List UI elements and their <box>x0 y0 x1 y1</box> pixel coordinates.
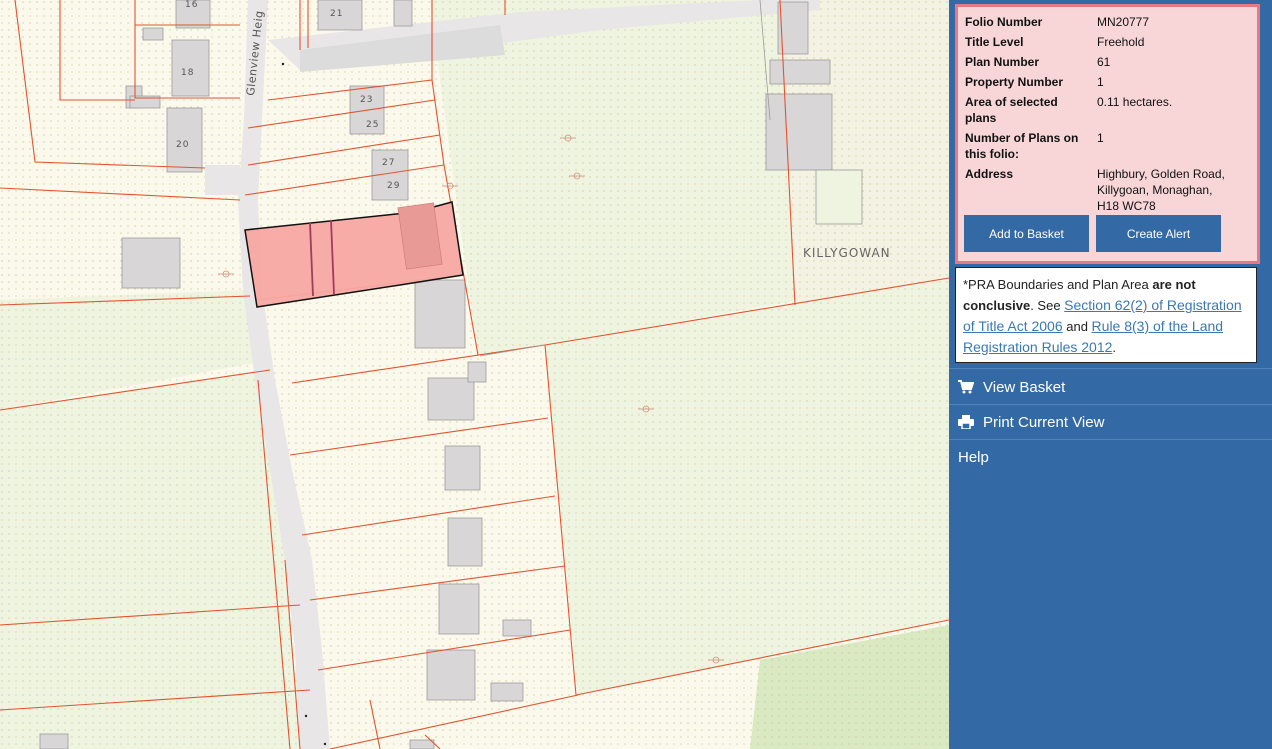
print-view-menu-item[interactable]: Print Current View <box>949 405 1272 439</box>
disclaimer-text: *PRA Boundaries and Plan Area <box>963 277 1153 292</box>
building-number: 23 <box>360 95 374 105</box>
print-icon <box>958 414 974 430</box>
building-number: 18 <box>181 68 195 78</box>
map-canvas[interactable] <box>0 0 949 749</box>
add-to-basket-button[interactable]: Add to Basket <box>964 215 1089 252</box>
menu-divider <box>949 368 1272 369</box>
help-menu-item[interactable]: Help <box>949 440 1272 474</box>
view-basket-menu-item[interactable]: View Basket <box>949 370 1272 404</box>
building-number: 29 <box>387 181 401 191</box>
building-number: 20 <box>176 140 190 150</box>
info-value: Freehold <box>1097 35 1145 49</box>
info-value: MN20777 <box>1097 15 1150 29</box>
print-view-label: Print Current View <box>983 413 1105 431</box>
disclaimer-box: *PRA Boundaries and Plan Area are not co… <box>955 267 1257 363</box>
info-value: 61 <box>1097 55 1111 69</box>
townland-label: KILLYGOWAN <box>803 246 891 260</box>
disclaimer-text: . See <box>1030 298 1065 313</box>
building-number: 21 <box>330 9 344 19</box>
info-key: Title Level <box>965 35 1024 49</box>
info-key: Plan Number <box>965 55 1040 69</box>
building-number: 25 <box>366 120 380 130</box>
view-basket-label: View Basket <box>983 378 1066 396</box>
info-value: 1 <box>1097 75 1104 89</box>
info-key: Folio Number <box>965 15 1043 29</box>
cart-icon <box>958 379 974 395</box>
side-panel: Folio Number MN20777 Title Level Freehol… <box>949 0 1272 749</box>
disclaimer-text: and <box>1062 319 1092 334</box>
info-key: Area of selected plans <box>965 95 1058 125</box>
building-number: 27 <box>382 158 396 168</box>
info-key: Address <box>965 167 1014 181</box>
info-key: Number of Plans on this folio: <box>965 131 1079 161</box>
building-number: 16 <box>185 0 199 10</box>
folio-info-box: Folio Number MN20777 Title Level Freehol… <box>955 4 1260 264</box>
help-label: Help <box>958 448 989 466</box>
create-alert-button[interactable]: Create Alert <box>1096 215 1221 252</box>
disclaimer-text: . <box>1112 340 1117 355</box>
info-value: Highbury, Golden Road, Killygoan, Monagh… <box>1097 167 1225 213</box>
info-value: 1 <box>1097 131 1104 145</box>
info-key: Property Number <box>965 75 1064 89</box>
info-value: 0.11 hectares. <box>1097 95 1173 109</box>
map-view[interactable]: Glenview Heig KILLYGOWAN 16 21 18 23 25 … <box>0 0 949 749</box>
